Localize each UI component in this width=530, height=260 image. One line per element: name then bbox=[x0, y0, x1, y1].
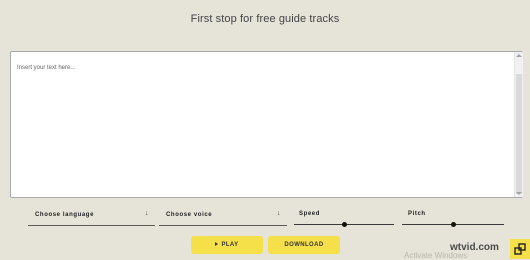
arrow-down-icon: ↓ bbox=[276, 210, 281, 217]
scroll-thumb[interactable] bbox=[516, 74, 522, 194]
pitch-slider[interactable] bbox=[402, 222, 504, 227]
download-button-label: DOWNLOAD bbox=[284, 242, 324, 248]
page-tagline: First stop for free guide tracks bbox=[190, 13, 340, 25]
speed-slider-thumb[interactable] bbox=[342, 222, 347, 227]
play-button[interactable]: PLAY bbox=[191, 236, 263, 254]
play-icon bbox=[215, 242, 219, 246]
scroll-down-arrow-icon[interactable] bbox=[516, 192, 522, 195]
voice-select-label: Choose voice bbox=[166, 212, 213, 218]
language-select-label: Choose language bbox=[35, 212, 95, 218]
play-button-label: PLAY bbox=[221, 242, 239, 248]
download-button[interactable]: DOWNLOAD bbox=[268, 236, 340, 254]
arrow-down-icon: ↓ bbox=[144, 210, 149, 217]
pitch-slider-thumb[interactable] bbox=[451, 222, 456, 227]
language-select[interactable]: Choose language ↓ bbox=[28, 207, 155, 226]
pitch-label: Pitch bbox=[408, 211, 426, 217]
text-input[interactable] bbox=[10, 51, 523, 198]
corner-link-button[interactable] bbox=[510, 239, 530, 259]
site-watermark: wtvid.com bbox=[450, 242, 499, 253]
voice-select[interactable]: Choose voice ↓ bbox=[159, 207, 287, 226]
text-scrollbar[interactable] bbox=[514, 52, 523, 197]
scroll-up-arrow-icon[interactable] bbox=[516, 54, 522, 57]
speed-label: Speed bbox=[299, 211, 321, 217]
speed-slider[interactable] bbox=[294, 222, 394, 227]
link-icon bbox=[514, 243, 526, 255]
